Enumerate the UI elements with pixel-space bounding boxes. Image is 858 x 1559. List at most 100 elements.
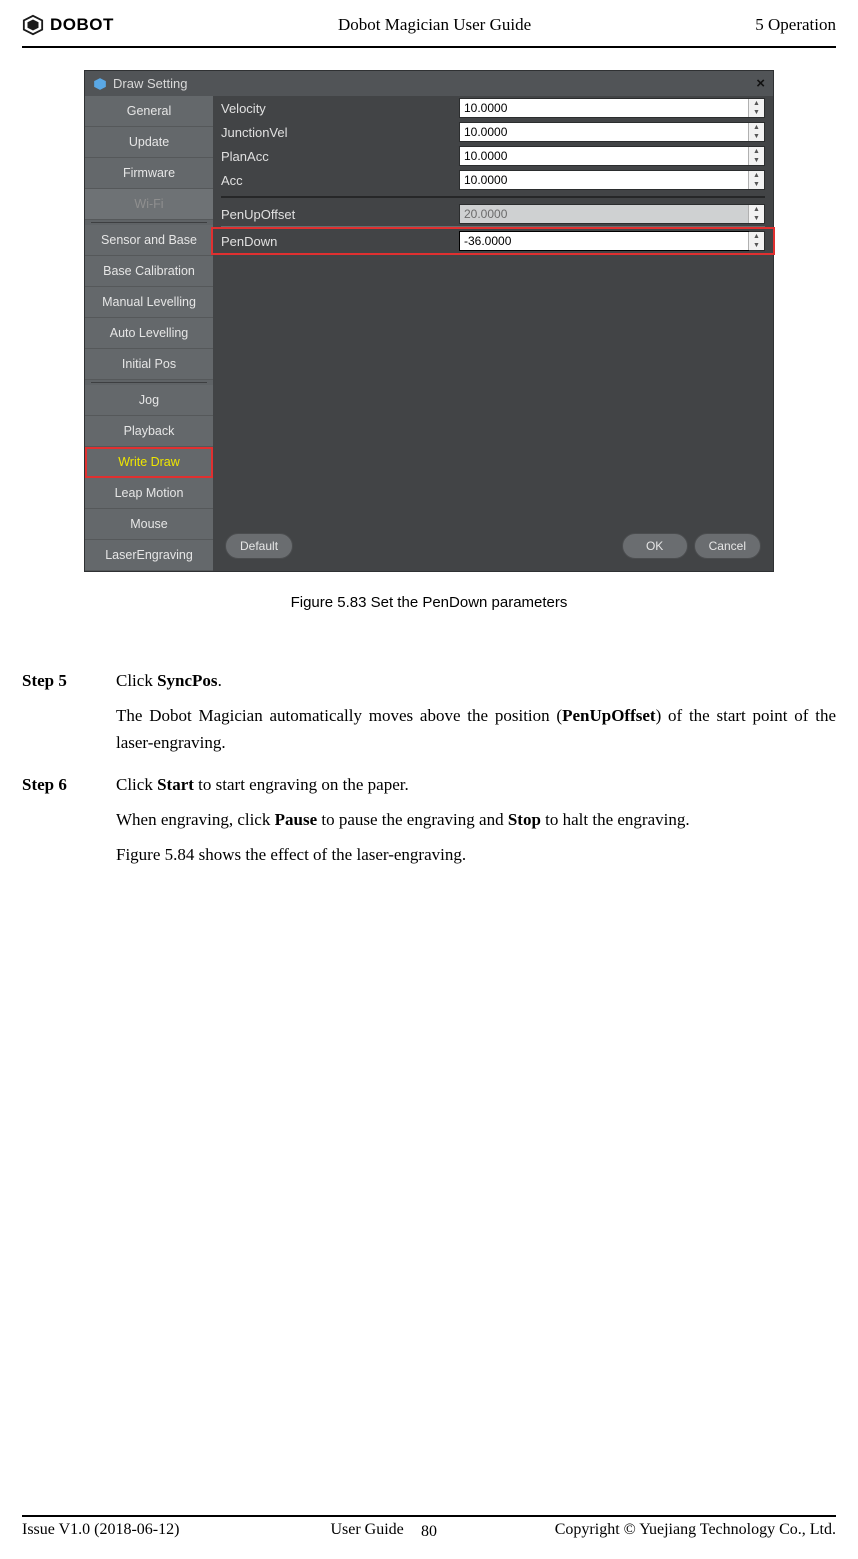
- sidebar-item-manual-levelling[interactable]: Manual Levelling: [85, 287, 213, 318]
- document-body: Step 5 Click SyncPos. The Dobot Magician…: [0, 667, 858, 876]
- step-label: Step 5: [22, 667, 90, 765]
- brand-logo-text: DOBOT: [50, 15, 114, 35]
- step-6-line-3: Figure 5.84 shows the effect of the lase…: [116, 841, 836, 868]
- sidebar-item-update[interactable]: Update: [85, 127, 213, 158]
- sidebar-item-initial-pos[interactable]: Initial Pos: [85, 349, 213, 380]
- pause-term: Pause: [275, 810, 318, 829]
- sidebar-divider: [91, 382, 207, 383]
- brand-logo-icon: [22, 14, 44, 36]
- planacc-stepper[interactable]: ▲▼: [459, 146, 765, 166]
- chevron-up-icon[interactable]: ▲: [749, 123, 764, 132]
- planacc-input[interactable]: [460, 147, 748, 165]
- param-row-junctionvel: JunctionVel ▲▼: [213, 120, 773, 144]
- param-label: Velocity: [221, 101, 451, 116]
- junctionvel-stepper[interactable]: ▲▼: [459, 122, 765, 142]
- param-row-acc: Acc ▲▼: [213, 168, 773, 192]
- velocity-input[interactable]: [460, 99, 748, 117]
- step-label: Step 6: [22, 771, 90, 877]
- sidebar-item-leap-motion[interactable]: Leap Motion: [85, 478, 213, 509]
- stop-term: Stop: [508, 810, 541, 829]
- sidebar-item-sensor-base[interactable]: Sensor and Base: [85, 225, 213, 256]
- stepper-buttons[interactable]: ▲▼: [748, 99, 764, 117]
- stepper-buttons[interactable]: ▲▼: [748, 205, 764, 223]
- text: .: [218, 671, 222, 690]
- param-label: PenUpOffset: [221, 207, 451, 222]
- syncpos-term: SyncPos: [157, 671, 217, 690]
- page-header: DOBOT Dobot Magician User Guide 5 Operat…: [0, 0, 858, 42]
- chevron-down-icon[interactable]: ▼: [749, 214, 764, 223]
- sidebar-item-jog[interactable]: Jog: [85, 385, 213, 416]
- param-label: Acc: [221, 173, 451, 188]
- sidebar-item-laser-engraving[interactable]: LaserEngraving: [85, 540, 213, 571]
- stepper-buttons[interactable]: ▲▼: [748, 171, 764, 189]
- param-label: PlanAcc: [221, 149, 451, 164]
- dialog-titlebar: Draw Setting ×: [85, 71, 773, 96]
- chevron-up-icon[interactable]: ▲: [749, 171, 764, 180]
- settings-pane: Velocity ▲▼ JunctionVel ▲▼ PlanAcc: [213, 96, 773, 571]
- step-6: Step 6 Click Start to start engraving on…: [22, 771, 836, 877]
- chevron-down-icon[interactable]: ▼: [749, 180, 764, 189]
- dialog-title: Draw Setting: [113, 76, 187, 91]
- text: to pause the engraving and: [317, 810, 508, 829]
- text: Click: [116, 671, 157, 690]
- logo-block: DOBOT: [22, 14, 114, 36]
- chevron-down-icon[interactable]: ▼: [749, 156, 764, 165]
- chevron-down-icon[interactable]: ▼: [749, 132, 764, 141]
- text: The Dobot Magician automatically moves a…: [116, 706, 562, 725]
- sidebar-item-wifi[interactable]: Wi-Fi: [85, 189, 213, 220]
- sidebar-item-auto-levelling[interactable]: Auto Levelling: [85, 318, 213, 349]
- dialog-button-bar: Default OK Cancel: [213, 525, 773, 571]
- velocity-stepper[interactable]: ▲▼: [459, 98, 765, 118]
- penupoffset-term: PenUpOffset: [562, 706, 655, 725]
- chevron-down-icon[interactable]: ▼: [749, 241, 764, 250]
- param-row-pendown: PenDown ▲▼: [213, 229, 773, 253]
- junctionvel-input[interactable]: [460, 123, 748, 141]
- penupoffset-input[interactable]: [460, 205, 748, 223]
- sidebar-divider: [91, 222, 207, 223]
- stepper-buttons[interactable]: ▲▼: [748, 147, 764, 165]
- acc-input[interactable]: [460, 171, 748, 189]
- app-title-icon: [93, 77, 107, 91]
- chevron-down-icon[interactable]: ▼: [749, 108, 764, 117]
- sidebar-item-mouse[interactable]: Mouse: [85, 509, 213, 540]
- stepper-buttons[interactable]: ▲▼: [748, 232, 764, 250]
- param-label: PenDown: [221, 234, 451, 249]
- text: When engraving, click: [116, 810, 275, 829]
- chevron-up-icon[interactable]: ▲: [749, 232, 764, 241]
- param-row-velocity: Velocity ▲▼: [213, 96, 773, 120]
- sidebar-item-firmware[interactable]: Firmware: [85, 158, 213, 189]
- sidebar-item-playback[interactable]: Playback: [85, 416, 213, 447]
- header-center-title: Dobot Magician User Guide: [338, 15, 531, 35]
- chevron-up-icon[interactable]: ▲: [749, 205, 764, 214]
- footer-rule: [22, 1515, 836, 1517]
- default-button[interactable]: Default: [225, 533, 293, 559]
- cancel-button[interactable]: Cancel: [694, 533, 761, 559]
- sidebar-item-general[interactable]: General: [85, 96, 213, 127]
- pendown-stepper[interactable]: ▲▼: [459, 231, 765, 251]
- draw-setting-dialog: Draw Setting × General Update Firmware W…: [84, 70, 774, 572]
- param-divider: [221, 196, 765, 198]
- stepper-buttons[interactable]: ▲▼: [748, 123, 764, 141]
- text: to halt the engraving.: [541, 810, 690, 829]
- sidebar-item-write-draw[interactable]: Write Draw: [85, 447, 213, 478]
- header-section-title: 5 Operation: [755, 15, 836, 35]
- step-5: Step 5 Click SyncPos. The Dobot Magician…: [22, 667, 836, 765]
- sidebar-item-base-calibration[interactable]: Base Calibration: [85, 256, 213, 287]
- close-icon[interactable]: ×: [756, 75, 765, 92]
- param-row-penupoffset: PenUpOffset ▲▼: [213, 202, 773, 226]
- penupoffset-stepper[interactable]: ▲▼: [459, 204, 765, 224]
- figure-caption: Figure 5.83 Set the PenDown parameters: [84, 594, 774, 611]
- step-5-line-1: Click SyncPos.: [116, 667, 836, 694]
- settings-sidebar: General Update Firmware Wi-Fi Sensor and…: [85, 96, 213, 571]
- step-6-line-2: When engraving, click Pause to pause the…: [116, 806, 836, 833]
- pendown-input[interactable]: [460, 232, 748, 250]
- text: Click: [116, 775, 157, 794]
- acc-stepper[interactable]: ▲▼: [459, 170, 765, 190]
- page-number: 80: [0, 1523, 858, 1541]
- param-divider: [221, 226, 765, 227]
- chevron-up-icon[interactable]: ▲: [749, 99, 764, 108]
- step-5-line-2: The Dobot Magician automatically moves a…: [116, 702, 836, 756]
- ok-button[interactable]: OK: [622, 533, 688, 559]
- chevron-up-icon[interactable]: ▲: [749, 147, 764, 156]
- figure-screenshot: Draw Setting × General Update Firmware W…: [84, 70, 774, 611]
